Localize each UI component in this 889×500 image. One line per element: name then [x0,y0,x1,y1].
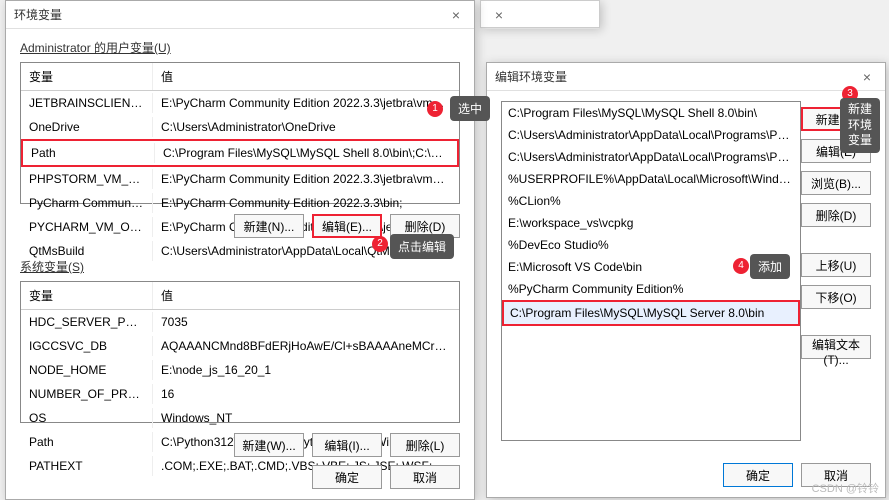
user-vars-label: Administrator 的用户变量(U) [6,29,474,62]
var-name: IGCCSVC_DB [21,336,153,356]
move-up-button[interactable]: 上移(U) [801,253,871,277]
marker-2: 2 [372,236,388,252]
var-name: Path [21,432,153,452]
table-row[interactable]: PyCharm Community Editi...E:\PyCharm Com… [21,191,459,215]
browse-path-button[interactable]: 浏览(B)... [801,171,871,195]
var-value: 7035 [153,312,459,332]
path-item[interactable]: C:\Program Files\MySQL\MySQL Shell 8.0\b… [502,102,800,124]
var-name: PHPSTORM_VM_OPTIONS [21,169,153,189]
var-value: E:\PyCharm Community Edition 2022.3.3\je… [153,169,459,189]
col-name[interactable]: 变量 [21,282,153,309]
annotation-new-env: 新建 环境 变量 [840,98,880,153]
annotation-select: 选中 [450,96,490,121]
dialog-title: 编辑环境变量 [495,68,857,85]
bg-close-icon[interactable]: × [489,7,509,23]
watermark: CSDN @铃铃 [812,480,879,496]
title-bar: 环境变量 × [6,1,474,29]
var-value: Windows_NT [153,408,459,428]
move-down-button[interactable]: 下移(O) [801,285,871,309]
col-value[interactable]: 值 [153,282,459,309]
annotation-add: 添加 [750,254,790,279]
edit-sys-button[interactable]: 编辑(I)... [312,433,382,457]
var-name: Path [23,143,155,163]
marker-4: 4 [733,258,749,274]
table-row[interactable]: NODE_HOMEE:\node_js_16_20_1 [21,358,459,382]
var-value: C:\Users\Administrator\OneDrive [153,117,459,137]
edit-text-button[interactable]: 编辑文本(T)... [801,335,871,359]
var-name: OneDrive [21,117,153,137]
col-name[interactable]: 变量 [21,63,153,90]
var-value: E:\node_js_16_20_1 [153,360,459,380]
var-value: E:\PyCharm Community Edition 2022.3.3\je… [153,93,459,113]
edit-path-dialog: 编辑环境变量 × C:\Program Files\MySQL\MySQL Sh… [486,62,886,498]
ok-button[interactable]: 确定 [723,463,793,487]
var-name: PATHEXT [21,456,153,476]
var-name: PyCharm Community Editi... [21,193,153,213]
var-name: JETBRAINSCLIENT_VM_O... [21,93,153,113]
path-item[interactable]: %PyCharm Community Edition% [502,278,800,300]
table-row[interactable]: PathC:\Program Files\MySQL\MySQL Shell 8… [21,139,459,167]
user-vars-table[interactable]: 变量 值 JETBRAINSCLIENT_VM_O...E:\PyCharm C… [20,62,460,204]
path-item[interactable]: %CLion% [502,190,800,212]
cancel-button[interactable]: 取消 [390,465,460,489]
path-item[interactable]: C:\Program Files\MySQL\MySQL Server 8.0\… [502,300,800,326]
delete-sys-button[interactable]: 删除(L) [390,433,460,457]
table-row[interactable]: JETBRAINSCLIENT_VM_O...E:\PyCharm Commun… [21,91,459,115]
dialog-title: 环境变量 [14,6,446,23]
close-icon[interactable]: × [857,69,877,85]
new-user-button[interactable]: 新建(N)... [234,214,304,238]
delete-path-button[interactable]: 删除(D) [801,203,871,227]
table-row[interactable]: IGCCSVC_DBAQAAANCMnd8BFdERjHoAwE/Cl+sBAA… [21,334,459,358]
path-item[interactable]: %DevEco Studio% [502,234,800,256]
var-name: NODE_HOME [21,360,153,380]
var-name: PYCHARM_VM_OPTIONS [21,217,153,237]
title-bar: 编辑环境变量 × [487,63,885,91]
var-value: C:\Program Files\MySQL\MySQL Shell 8.0\b… [155,143,457,163]
annotation-click-edit: 点击编辑 [390,234,454,259]
var-name: NUMBER_OF_PROCESSORS [21,384,153,404]
table-row[interactable]: NUMBER_OF_PROCESSORS16 [21,382,459,406]
path-item[interactable]: C:\Users\Administrator\AppData\Local\Pro… [502,124,800,146]
var-value: AQAAANCMnd8BFdERjHoAwE/Cl+sBAAAAneMCrkdq… [153,336,459,356]
ok-button[interactable]: 确定 [312,465,382,489]
edit-user-button[interactable]: 编辑(E)... [312,214,382,238]
path-item[interactable]: C:\Users\Administrator\AppData\Local\Pro… [502,146,800,168]
col-value[interactable]: 值 [153,63,459,90]
table-row[interactable]: OSWindows_NT [21,406,459,430]
sys-vars-table[interactable]: 变量 值 HDC_SERVER_PORT7035IGCCSVC_DBAQAAAN… [20,281,460,423]
table-row[interactable]: HDC_SERVER_PORT7035 [21,310,459,334]
table-row[interactable]: OneDriveC:\Users\Administrator\OneDrive [21,115,459,139]
new-sys-button[interactable]: 新建(W)... [234,433,304,457]
table-row[interactable]: PHPSTORM_VM_OPTIONSE:\PyCharm Community … [21,167,459,191]
var-value: 16 [153,384,459,404]
path-item[interactable]: %USERPROFILE%\AppData\Local\Microsoft\Wi… [502,168,800,190]
marker-1: 1 [427,101,443,117]
var-name: HDC_SERVER_PORT [21,312,153,332]
path-item[interactable]: E:\workspace_vs\vcpkg [502,212,800,234]
close-icon[interactable]: × [446,7,466,23]
var-name: OS [21,408,153,428]
var-value: E:\PyCharm Community Edition 2022.3.3\bi… [153,193,459,213]
